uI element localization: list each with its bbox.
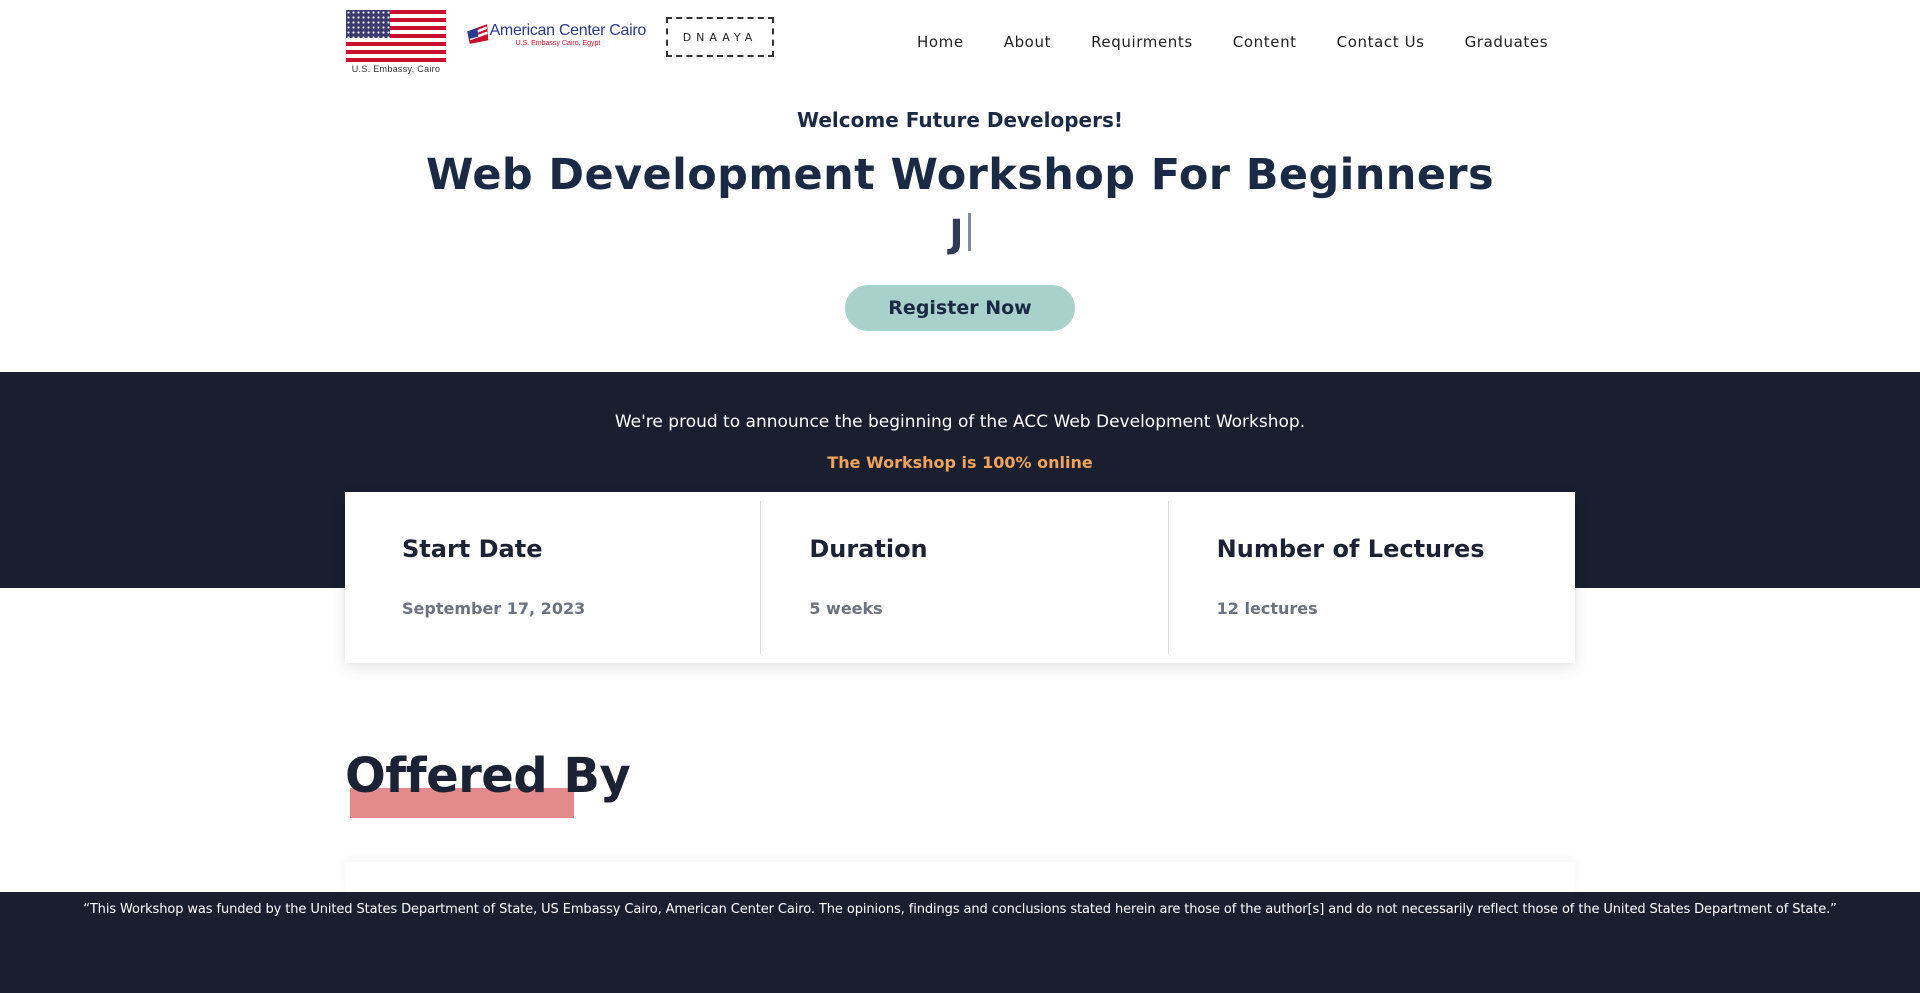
offered-by-heading: Offered By — [345, 748, 631, 804]
info-title: Start Date — [402, 535, 543, 563]
footer: “This Workshop was funded by the United … — [0, 892, 1920, 993]
info-lectures: Number of Lectures 12 lectures — [1167, 501, 1575, 654]
nav-graduates[interactable]: Graduates — [1465, 33, 1549, 51]
nav-requirements[interactable]: Requirments — [1091, 33, 1193, 51]
us-embassy-logo[interactable]: U.S. Embassy, Cairo — [346, 10, 446, 74]
embassy-label: U.S. Embassy, Cairo — [351, 64, 441, 74]
nav-contact-us[interactable]: Contact Us — [1337, 33, 1425, 51]
waving-flag-icon — [467, 24, 489, 44]
info-value: 12 lectures — [1216, 599, 1318, 618]
announcement-text: We're proud to announce the beginning of… — [614, 412, 1306, 432]
american-center-cairo-logo[interactable]: American Center Cairo U.S. Embassy Cairo… — [466, 16, 646, 52]
hero-title: Web Development Workshop For Beginners — [426, 150, 1494, 200]
nav-home[interactable]: Home — [917, 33, 964, 51]
info-value: 5 weeks — [809, 599, 883, 618]
typing-cursor — [967, 213, 971, 251]
main-menu: Home About Requirments Content Contact U… — [917, 33, 1588, 51]
dnaaya-label: DNAAYA — [682, 30, 758, 44]
online-note: The Workshop is 100% online — [827, 453, 1093, 472]
info-start-date: Start Date September 17, 2023 — [345, 501, 760, 654]
typed-text: J — [949, 212, 964, 256]
info-value: September 17, 2023 — [402, 599, 586, 618]
top-navbar: U.S. Embassy, Cairo American Center Cair… — [0, 0, 1920, 88]
offered-by-section: Offered By — [345, 748, 631, 818]
acc-subtitle: U.S. Embassy Cairo, Egypt — [515, 39, 601, 47]
nav-content[interactable]: Content — [1233, 33, 1297, 51]
acc-name: American Center Cairo — [489, 21, 647, 39]
typed-text-container: J — [0, 212, 1920, 256]
nav-about[interactable]: About — [1004, 33, 1051, 51]
offered-by-card — [345, 862, 1575, 892]
register-now-button[interactable]: Register Now — [845, 285, 1075, 331]
workshop-info-card: Start Date September 17, 2023 Duration 5… — [345, 492, 1575, 663]
info-duration: Duration 5 weeks — [760, 501, 1167, 654]
partner-logos: U.S. Embassy, Cairo American Center Cair… — [346, 10, 774, 74]
info-title: Number of Lectures — [1216, 535, 1485, 563]
info-title: Duration — [809, 535, 928, 563]
welcome-heading: Welcome Future Developers! — [797, 108, 1123, 132]
dnaaya-logo[interactable]: DNAAYA — [666, 17, 774, 57]
funding-disclaimer: “This Workshop was funded by the United … — [83, 902, 1837, 917]
us-flag-icon — [346, 10, 446, 62]
